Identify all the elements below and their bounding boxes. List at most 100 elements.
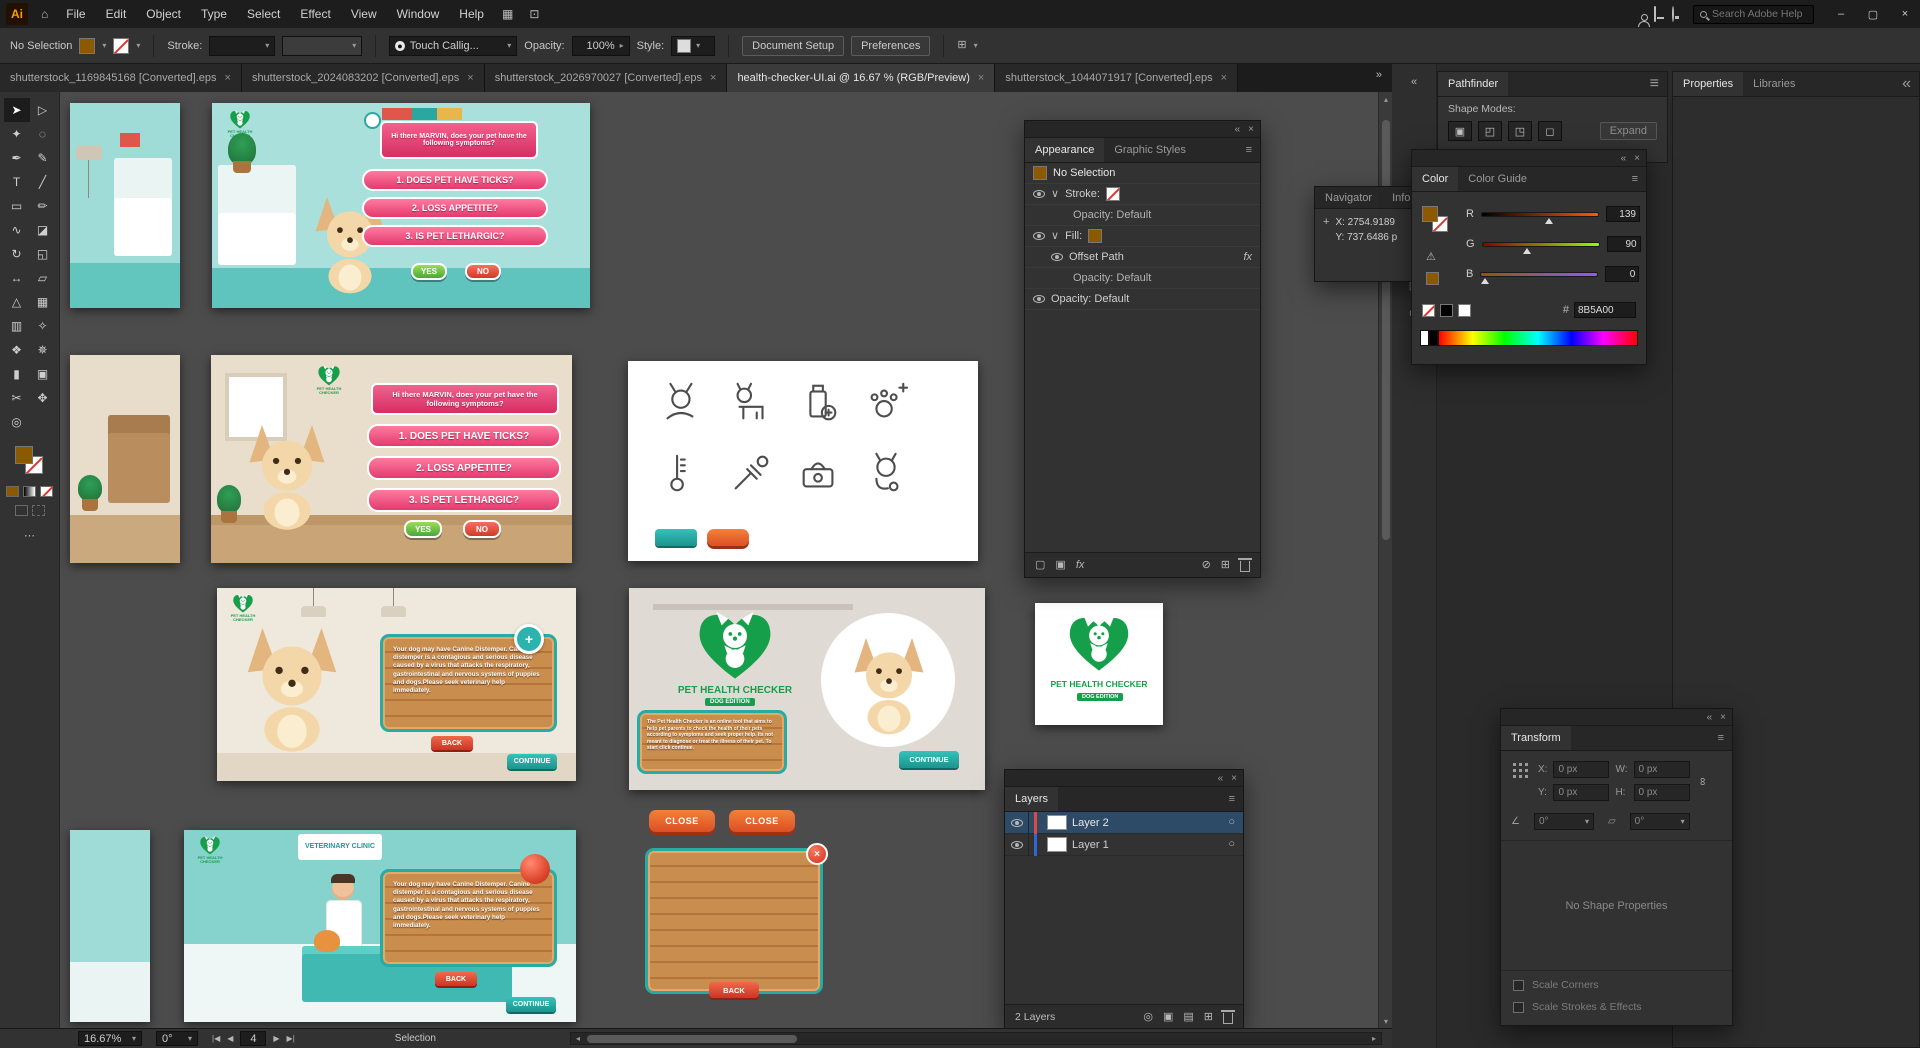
icon-paw-cross[interactable] <box>863 380 909 426</box>
close-panel-icon[interactable]: × <box>1248 124 1254 135</box>
duplicate-item-icon[interactable]: ⊞ <box>1221 559 1230 571</box>
tab-color-guide[interactable]: Color Guide <box>1458 167 1537 191</box>
maximize-button[interactable]: ▢ <box>1858 0 1888 28</box>
continue-button[interactable]: CONTINUE <box>507 754 557 769</box>
color-fill-swatch[interactable] <box>1422 206 1438 222</box>
collapse-panel-icon[interactable]: « <box>1707 712 1713 723</box>
perspective-grid-tool[interactable]: △ <box>4 290 30 314</box>
collapse-panel-icon[interactable]: « <box>1218 773 1224 784</box>
scale-strokes-checkbox[interactable] <box>1513 1001 1524 1013</box>
back-button[interactable]: BACK <box>435 972 477 986</box>
r-slider-thumb[interactable] <box>1544 217 1553 224</box>
black-swatch[interactable] <box>1440 304 1453 317</box>
symptom-button-3[interactable]: 3. IS PET LETHARGIC? <box>367 488 561 512</box>
minimize-button[interactable]: – <box>1826 0 1856 28</box>
add-effect-icon[interactable]: fx <box>1076 559 1085 571</box>
clear-appearance-icon[interactable]: ⊘ <box>1202 559 1211 571</box>
fill-row-swatch[interactable] <box>1088 229 1103 243</box>
wood-panel-artwork[interactable]: × BACK <box>645 843 828 998</box>
icon-syringe-paw[interactable] <box>728 450 774 496</box>
tab-appearance[interactable]: Appearance <box>1025 138 1105 162</box>
discover-icon[interactable] <box>1665 6 1681 22</box>
tab-close-icon[interactable]: × <box>978 72 984 84</box>
symptom-button-2[interactable]: 2. LOSS APPETITE? <box>362 197 548 219</box>
fx-icon[interactable]: fx <box>1243 251 1252 263</box>
close-panel-icon[interactable]: × <box>1634 153 1640 164</box>
panel-menu-icon[interactable]: ≡ <box>1642 72 1667 96</box>
none-mode-button[interactable] <box>40 486 53 497</box>
r-value[interactable]: 139 <box>1605 206 1640 222</box>
cat-illustration[interactable] <box>314 930 340 952</box>
layer-row-1[interactable]: Layer 1 ○ <box>1005 833 1243 856</box>
paintbrush-tool[interactable]: ✏ <box>30 194 56 218</box>
tab-overflow-icon[interactable]: » <box>1366 64 1392 92</box>
menu-help[interactable]: Help <box>450 0 493 28</box>
appearance-row-fill[interactable]: ∨ Fill: <box>1025 226 1260 247</box>
menu-select[interactable]: Select <box>238 0 289 28</box>
document-setup-button[interactable]: Document Setup <box>742 35 845 56</box>
eye-icon[interactable] <box>1010 840 1023 849</box>
scroll-up-icon[interactable]: ▴ <box>1379 92 1393 106</box>
rotate-tool[interactable]: ↻ <box>4 242 30 266</box>
document-tab[interactable]: shutterstock_1169845168 [Converted].eps × <box>0 64 242 92</box>
type-tool[interactable]: T <box>4 170 30 194</box>
layer-visibility-cell[interactable] <box>1005 811 1029 834</box>
zoom-tool[interactable]: ◎ <box>4 410 30 434</box>
tab-close-icon[interactable]: × <box>225 72 231 84</box>
artboard-logo[interactable]: PET HEALTH CHECKER DOG EDITION <box>1035 603 1163 725</box>
style-combo[interactable]: ▾ <box>671 35 716 56</box>
g-slider-thumb[interactable] <box>1523 247 1532 254</box>
none-color-swatch[interactable] <box>1422 304 1435 317</box>
tab-graphic-styles[interactable]: Graphic Styles <box>1104 138 1196 162</box>
appearance-row-stroke[interactable]: ∨ Stroke: <box>1025 184 1260 205</box>
x-field[interactable]: 0 px <box>1553 761 1610 778</box>
artboard-icon-sheet[interactable] <box>628 361 978 561</box>
exclude-icon[interactable]: ◻ <box>1538 121 1562 141</box>
new-layer-icon[interactable]: ⊞ <box>1204 1011 1213 1023</box>
device-preview-icon[interactable] <box>1647 6 1663 22</box>
artboard-partial-room-teal[interactable] <box>70 103 180 308</box>
b-slider-thumb[interactable] <box>1481 277 1490 284</box>
continue-button[interactable]: CONTINUE <box>899 751 959 768</box>
mini-logo[interactable]: PET HEALTH CHECKER <box>218 108 262 139</box>
stroke-caret-icon[interactable]: ▾ <box>136 41 140 50</box>
hand-tool[interactable]: ✥ <box>30 386 56 410</box>
scroll-right-icon[interactable]: ▸ <box>1367 1033 1381 1044</box>
tab-close-icon[interactable]: × <box>467 72 473 84</box>
rotate-field[interactable]: 0° ▾ <box>1533 813 1594 830</box>
free-transform-tool[interactable]: ▱ <box>30 266 56 290</box>
direct-selection-tool[interactable]: ▷ <box>30 98 56 122</box>
fill-caret-icon[interactable]: ▾ <box>102 41 106 50</box>
tab-properties[interactable]: Properties <box>1673 72 1744 96</box>
fill-stroke-indicator[interactable] <box>13 444 47 478</box>
back-button[interactable]: BACK <box>709 982 759 998</box>
delete-layer-icon[interactable] <box>1221 1010 1235 1024</box>
artboard-symptoms-scene-2[interactable]: PET HEALTH CHECKER Hi there MARVIN, does… <box>211 355 572 563</box>
first-artboard-icon[interactable]: |◀ <box>212 1034 220 1043</box>
document-tab-active[interactable]: health-checker-UI.ai @ 16.67 % (RGB/Prev… <box>727 64 996 92</box>
g-value[interactable]: 90 <box>1606 236 1641 252</box>
draw-behind-button[interactable] <box>31 505 45 516</box>
dialog-greeting[interactable]: Hi there MARVIN, does your pet have the … <box>371 383 559 415</box>
layer-target-icon[interactable]: ○ <box>1228 817 1235 828</box>
b-value[interactable]: 0 <box>1605 266 1640 282</box>
gradient-mode-button[interactable] <box>23 486 36 497</box>
spectrum-bar[interactable] <box>1438 330 1638 346</box>
artboard-number-field[interactable]: 4 <box>240 1031 267 1046</box>
preferences-button[interactable]: Preferences <box>851 35 931 56</box>
appearance-row-opacity[interactable]: Opacity: Default <box>1025 289 1260 310</box>
dog-illustration[interactable] <box>233 620 351 754</box>
align-options-icon[interactable]: ⊞ <box>957 40 966 51</box>
spectrum-black-cap[interactable] <box>1429 330 1438 346</box>
horizontal-scrollbar[interactable]: ◂ ▸ <box>570 1032 1382 1045</box>
menu-view[interactable]: View <box>342 0 386 28</box>
menu-object[interactable]: Object <box>137 0 190 28</box>
document-tab[interactable]: shutterstock_1044071917 [Converted].eps × <box>995 64 1239 92</box>
back-button[interactable]: BACK <box>431 736 473 750</box>
pet-health-logo-icon[interactable] <box>687 604 783 684</box>
visibility-eye-icon[interactable] <box>1033 190 1045 198</box>
layer-target-icon[interactable]: ○ <box>1228 839 1235 850</box>
rotation-combo[interactable]: 0° ▾ <box>156 1031 198 1046</box>
rectangle-tool[interactable]: ▭ <box>4 194 30 218</box>
reference-point-grid[interactable] <box>1511 761 1530 780</box>
